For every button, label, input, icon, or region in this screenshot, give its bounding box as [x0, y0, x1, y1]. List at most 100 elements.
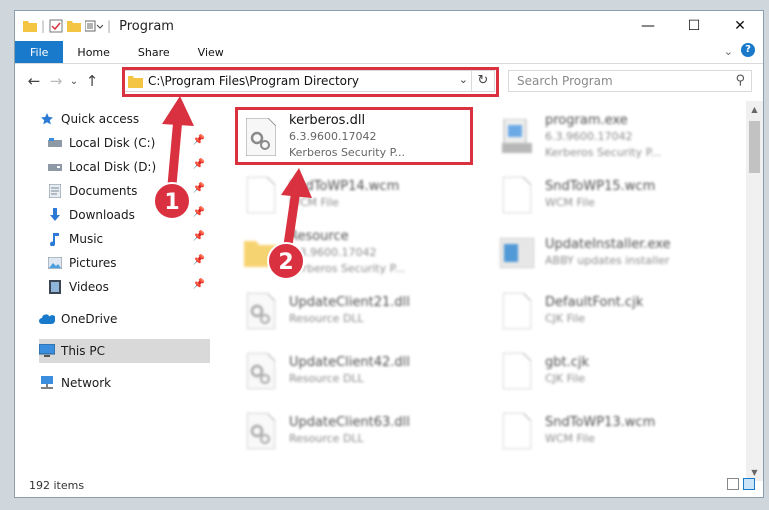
sidebar-item-label: Documents	[69, 184, 138, 198]
drive-icon	[47, 159, 63, 175]
back-arrow-icon[interactable]: ←	[23, 72, 45, 90]
file-tile-sndtowp13[interactable]: SndToWP13.wcm WCM File	[493, 403, 733, 459]
file-name: SndToWP13.wcm	[545, 415, 656, 430]
tab-home[interactable]: Home	[63, 41, 123, 63]
scrollbar-thumb[interactable]	[749, 121, 760, 173]
file-description: ABBY updates installer	[545, 254, 670, 267]
videos-icon	[47, 279, 63, 295]
sidebar-item-quick-access[interactable]: Quick access	[39, 107, 210, 131]
dll-file-icon	[241, 407, 281, 455]
file-type: Resource DLL	[289, 432, 364, 445]
file-name: UpdateClient63.dll	[289, 415, 410, 430]
pin-icon: 📌	[192, 183, 205, 194]
window-controls: — ☐ ✕	[625, 11, 763, 41]
sidebar-item-label: Downloads	[69, 208, 135, 222]
search-placeholder[interactable]: Search Program	[517, 74, 613, 88]
sidebar-item-pictures[interactable]: Pictures 📌	[47, 251, 210, 275]
item-count: 192 items	[29, 478, 85, 492]
scroll-up-icon[interactable]: ▲	[746, 101, 763, 118]
file-type: WCM File	[545, 196, 595, 209]
help-icon[interactable]: ?	[741, 43, 755, 57]
file-tile-updateclient63[interactable]: UpdateClient63.dll Resource DLL	[237, 403, 477, 459]
sidebar-item-network[interactable]: Network	[39, 371, 210, 395]
explorer-window: | | Program — ☐ ✕ File Home Share View ⌄…	[14, 10, 764, 498]
file-tile-gbt[interactable]: gbt.cjk CJK File	[493, 343, 733, 399]
step-badge-1: 1	[153, 182, 191, 220]
file-tile-defaultfont[interactable]: DefaultFont.cjk CJK File	[493, 283, 733, 339]
file-description: Kerberos Security P...	[289, 262, 406, 275]
tiles-view-icon[interactable]	[743, 478, 755, 490]
sidebar-item-label: OneDrive	[61, 312, 118, 326]
status-bar: 192 items	[15, 473, 763, 497]
pin-icon: 📌	[192, 207, 205, 218]
sidebar-item-label: Quick access	[61, 112, 140, 126]
sidebar-item-label: Videos	[69, 280, 109, 294]
separator: |	[107, 19, 112, 33]
address-highlight-box	[122, 67, 499, 97]
search-box[interactable]: Search Program ⚲	[508, 70, 752, 92]
forward-arrow-icon[interactable]: →	[45, 72, 67, 90]
view-toggle	[727, 478, 755, 490]
generic-file-icon	[497, 347, 537, 395]
vertical-scrollbar[interactable]: ▲ ▼	[746, 101, 763, 481]
sidebar-item-music[interactable]: Music 📌	[47, 227, 210, 251]
onedrive-icon	[39, 311, 55, 327]
sidebar-item-label: Pictures	[69, 256, 117, 270]
navigation-pane: Quick access Local Disk (C:) 📌 Local Dis…	[15, 101, 210, 471]
file-name: UpdateInstaller.exe	[545, 237, 671, 252]
ribbon-tabs: File Home Share View ⌄ ?	[15, 41, 763, 64]
pin-icon: 📌	[192, 159, 205, 170]
details-view-icon[interactable]	[727, 478, 739, 490]
pin-icon: 📌	[192, 279, 205, 290]
drive-icon	[47, 135, 63, 151]
generic-file-icon	[497, 287, 537, 335]
file-tile-program-exe[interactable]: program.exe 6.3.9600.17042 Kerberos Secu…	[493, 109, 733, 165]
pin-icon: 📌	[192, 135, 205, 146]
step-badge-2: 2	[267, 242, 305, 280]
close-button[interactable]: ✕	[717, 11, 763, 41]
file-tile-updateclient21[interactable]: UpdateClient21.dll Resource DLL	[237, 283, 477, 339]
expand-ribbon-icon[interactable]: ⌄	[724, 45, 733, 58]
file-name: UpdateClient21.dll	[289, 295, 410, 310]
pc-icon	[39, 343, 55, 359]
recent-locations-icon[interactable]: ⌄	[67, 76, 81, 87]
tab-view[interactable]: View	[184, 41, 238, 63]
quick-access-toolbar: | |	[15, 19, 111, 33]
installer-icon	[497, 229, 537, 277]
file-type: Resource DLL	[289, 312, 364, 325]
generic-file-icon	[241, 171, 281, 219]
network-icon	[39, 375, 55, 391]
folder-icon	[23, 20, 37, 32]
sidebar-item-local-disk-c[interactable]: Local Disk (C:) 📌	[47, 131, 210, 155]
new-folder-icon[interactable]	[67, 20, 82, 32]
tab-share[interactable]: Share	[124, 41, 184, 63]
tab-file[interactable]: File	[15, 41, 64, 63]
file-description: Kerberos Security P...	[545, 146, 662, 159]
file-tile-sndtowp14[interactable]: SndToWP14.wcm WCM File	[237, 167, 477, 223]
sidebar-item-label: This PC	[61, 344, 105, 358]
search-icon[interactable]: ⚲	[735, 73, 745, 88]
sidebar-item-this-pc[interactable]: This PC	[39, 339, 210, 363]
properties-icon[interactable]	[49, 19, 63, 33]
file-type: CJK File	[545, 312, 586, 325]
file-name: SndToWP15.wcm	[545, 179, 656, 194]
star-icon	[39, 111, 55, 127]
sidebar-item-onedrive[interactable]: OneDrive	[39, 307, 210, 331]
maximize-button[interactable]: ☐	[671, 11, 717, 41]
minimize-button[interactable]: —	[625, 11, 671, 41]
up-arrow-icon[interactable]: ↑	[81, 72, 103, 90]
file-tile-sndtowp15[interactable]: SndToWP15.wcm WCM File	[493, 167, 733, 223]
sidebar-item-label: Local Disk (D:)	[69, 160, 157, 174]
file-type: Resource DLL	[289, 372, 364, 385]
dll-file-icon	[241, 347, 281, 395]
sidebar-item-label: Local Disk (C:)	[69, 136, 156, 150]
generic-file-icon	[497, 171, 537, 219]
downloads-icon	[47, 207, 63, 223]
sidebar-item-local-disk-d[interactable]: Local Disk (D:) 📌	[47, 155, 210, 179]
file-tile-updateinstaller[interactable]: UpdateInstaller.exe ABBY updates install…	[493, 225, 733, 281]
file-tile-updateclient42[interactable]: UpdateClient42.dll Resource DLL	[237, 343, 477, 399]
sidebar-item-videos[interactable]: Videos 📌	[47, 275, 210, 299]
file-highlight-box	[235, 107, 473, 165]
customize-toolbar-icon[interactable]	[85, 20, 104, 32]
exe-file-icon	[497, 113, 537, 161]
